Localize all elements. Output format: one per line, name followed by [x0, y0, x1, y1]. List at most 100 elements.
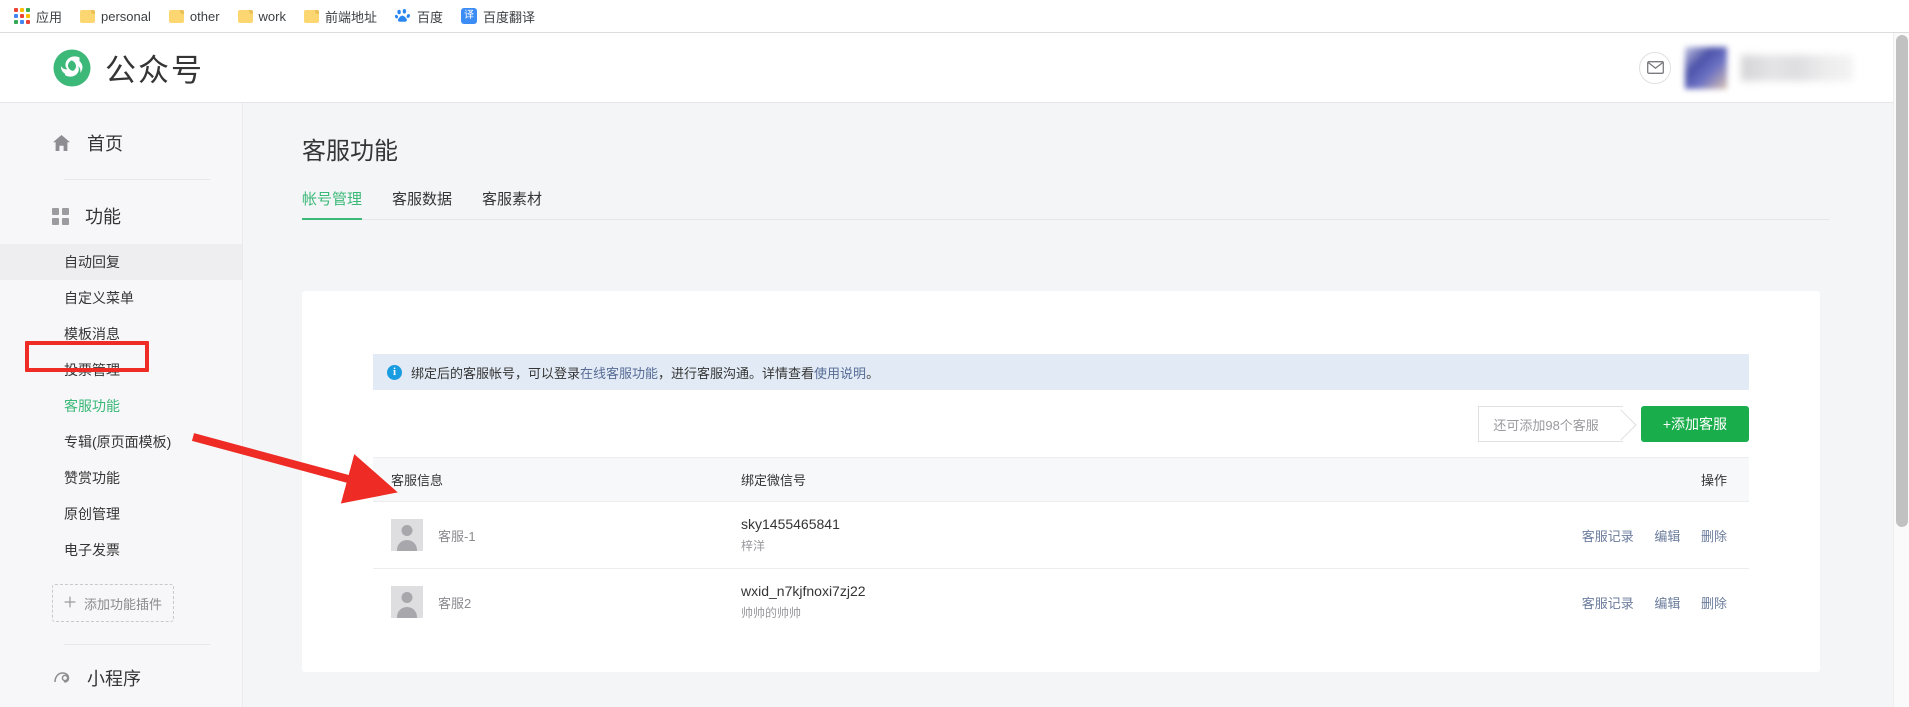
- sidebar-item-label: 客服功能: [64, 398, 120, 414]
- avatar[interactable]: [1685, 46, 1727, 89]
- action-service-record[interactable]: 客服记录: [1582, 596, 1634, 611]
- service-account-table: 客服信息 绑定微信号 操作 客服-1 sky1455465841 梓洋 客服记录…: [373, 457, 1749, 635]
- translate-icon: 译: [461, 8, 478, 24]
- sidebar-item-album[interactable]: 专辑(原页面模板): [0, 424, 242, 460]
- annotation-highlight-box: [25, 341, 149, 372]
- table-header-row: 客服信息 绑定微信号 操作: [373, 457, 1749, 502]
- sidebar-item-label: 赞赏功能: [64, 470, 120, 486]
- default-avatar-icon: [391, 519, 423, 551]
- wechat-nickname: 帅帅的帅帅: [741, 606, 802, 620]
- cell-actions: 客服记录 编辑 删除: [1170, 569, 1749, 636]
- folder-icon: [168, 9, 184, 23]
- sidebar-item-label: 首页: [87, 134, 123, 154]
- tab-account-management[interactable]: 帐号管理: [302, 188, 363, 220]
- envelope-icon[interactable]: [1639, 51, 1671, 84]
- brand[interactable]: 公众号: [52, 45, 204, 90]
- bookmark-frontend-url[interactable]: 前端地址: [296, 4, 385, 29]
- column-header-bound-wechat: 绑定微信号: [723, 457, 1171, 502]
- sidebar-divider-bottom: [64, 644, 210, 645]
- wechat-id: wxid_n7kjfnoxi7zj22: [741, 583, 866, 599]
- content-card: i 绑定后的客服帐号，可以登录在线客服功能，进行客服沟通。详情查看使用说明。 还…: [302, 291, 1820, 672]
- usage-guide-link[interactable]: 使用说明: [814, 366, 866, 381]
- tab-service-material[interactable]: 客服素材: [482, 188, 542, 220]
- column-header-actions: 操作: [1170, 457, 1749, 502]
- bookmark-label: work: [258, 8, 286, 24]
- sidebar-item-label: 专辑(原页面模板): [64, 434, 172, 450]
- bookmark-label: other: [189, 8, 220, 24]
- sidebar-item-reward[interactable]: 赞赏功能: [0, 460, 242, 496]
- online-service-link[interactable]: 在线客服功能: [580, 366, 658, 381]
- table-row: 客服-1 sky1455465841 梓洋 客服记录 编辑 删除: [373, 501, 1749, 569]
- default-avatar-icon: [391, 586, 423, 618]
- sidebar-divider: [64, 179, 210, 180]
- notice-part1: 绑定后的客服帐号，可以登录: [411, 365, 581, 381]
- wechat-mp-logo-icon: [52, 48, 92, 88]
- sidebar: 首页 功能 自动回复 自定义菜单 模板消息 投票管理 客服功能 专辑(原页面模板…: [0, 103, 243, 707]
- action-service-record[interactable]: 客服记录: [1582, 529, 1634, 544]
- sidebar-item-label: 功能: [85, 207, 121, 227]
- service-name: 客服2: [438, 595, 472, 611]
- username-blurred: [1741, 54, 1853, 81]
- tab-label: 客服数据: [392, 191, 453, 208]
- cell-actions: 客服记录 编辑 删除: [1170, 501, 1749, 569]
- bookmark-work[interactable]: work: [230, 6, 294, 27]
- info-icon: i: [387, 364, 402, 380]
- bookmark-apps[interactable]: 应用: [6, 4, 70, 29]
- main-content: 客服功能 帐号管理 客服数据 客服素材 i 绑定后的客服帐号，可以登录在线客服功…: [243, 103, 1893, 707]
- sidebar-item-auto-reply[interactable]: 自动回复: [0, 244, 242, 280]
- page-title: 客服功能: [302, 138, 398, 165]
- vertical-scrollbar[interactable]: [1893, 33, 1909, 707]
- service-identity: 客服-1: [391, 519, 723, 551]
- action-delete[interactable]: 删除: [1701, 596, 1727, 611]
- quota-label: 还可添加98个客服: [1493, 417, 1599, 433]
- tab-label: 帐号管理: [302, 191, 363, 208]
- sidebar-item-label: 自定义菜单: [64, 290, 134, 306]
- add-plugin-label: 添加功能插件: [83, 596, 162, 612]
- sidebar-item-customer-service[interactable]: 客服功能: [0, 388, 242, 424]
- service-name: 客服-1: [438, 528, 476, 544]
- cell-service-info: 客服2: [373, 569, 723, 636]
- bookmark-baidu-translate[interactable]: 译 百度翻译: [453, 4, 543, 29]
- add-plugin-button[interactable]: 添加功能插件: [52, 584, 174, 622]
- wechat-nickname: 梓洋: [741, 539, 766, 553]
- action-button-row: 还可添加98个客服 +添加客服: [1478, 406, 1749, 442]
- sidebar-item-original-management[interactable]: 原创管理: [0, 496, 242, 532]
- sidebar-item-label: 自动回复: [64, 254, 120, 270]
- tab-bar: 帐号管理 客服数据 客服素材: [243, 166, 1893, 220]
- sidebar-item-custom-menu[interactable]: 自定义菜单: [0, 280, 242, 316]
- bookmark-personal[interactable]: personal: [72, 6, 159, 27]
- action-edit[interactable]: 编辑: [1654, 596, 1680, 611]
- bookmark-baidu[interactable]: 百度: [387, 4, 451, 29]
- action-delete[interactable]: 删除: [1701, 529, 1727, 544]
- sidebar-item-e-invoice[interactable]: 电子发票: [0, 532, 242, 568]
- table-row: 客服2 wxid_n7kjfnoxi7zj22 帅帅的帅帅 客服记录 编辑 删除: [373, 569, 1749, 636]
- sidebar-item-label: 小程序: [87, 669, 141, 689]
- tab-service-data[interactable]: 客服数据: [392, 188, 452, 220]
- service-identity: 客服2: [391, 586, 723, 618]
- sidebar-item-label: 原创管理: [64, 506, 120, 522]
- sidebar-nav: 首页 功能 自动回复 自定义菜单 模板消息 投票管理 客服功能 专辑(原页面模板…: [0, 103, 242, 706]
- miniprogram-icon: [52, 669, 71, 687]
- sidebar-item-miniprogram[interactable]: 小程序: [0, 653, 242, 706]
- wechat-id: sky1455465841: [741, 516, 840, 532]
- add-service-account-button[interactable]: +添加客服: [1640, 406, 1749, 442]
- folder-icon: [303, 9, 319, 23]
- home-icon: [52, 134, 71, 152]
- folder-icon: [237, 9, 253, 23]
- sidebar-item-features[interactable]: 功能: [0, 188, 242, 244]
- sidebar-item-label: 模板消息: [64, 326, 120, 342]
- sidebar-item-home[interactable]: 首页: [0, 115, 242, 171]
- bookmark-label: 前端地址: [324, 9, 377, 25]
- cell-bound-wechat: sky1455465841 梓洋: [723, 501, 1171, 569]
- notice-part2: ，进行客服沟通。详情查看: [658, 365, 815, 381]
- action-edit[interactable]: 编辑: [1654, 529, 1680, 544]
- cell-service-info: 客服-1: [373, 501, 723, 569]
- scrollbar-thumb[interactable]: [1896, 35, 1908, 527]
- brand-title: 公众号: [105, 53, 204, 88]
- site-header: 公众号: [0, 33, 1893, 103]
- browser-bookmark-bar: 应用 personal other work 前端地址 百度 译 百度翻译: [0, 0, 1909, 33]
- info-banner-text: 绑定后的客服帐号，可以登录在线客服功能，进行客服沟通。详情查看使用说明。: [411, 363, 879, 382]
- browser-page: 应用 personal other work 前端地址 百度 译 百度翻译 公众…: [0, 0, 1909, 707]
- bookmark-other[interactable]: other: [161, 6, 228, 27]
- cell-bound-wechat: wxid_n7kjfnoxi7zj22 帅帅的帅帅: [723, 569, 1170, 636]
